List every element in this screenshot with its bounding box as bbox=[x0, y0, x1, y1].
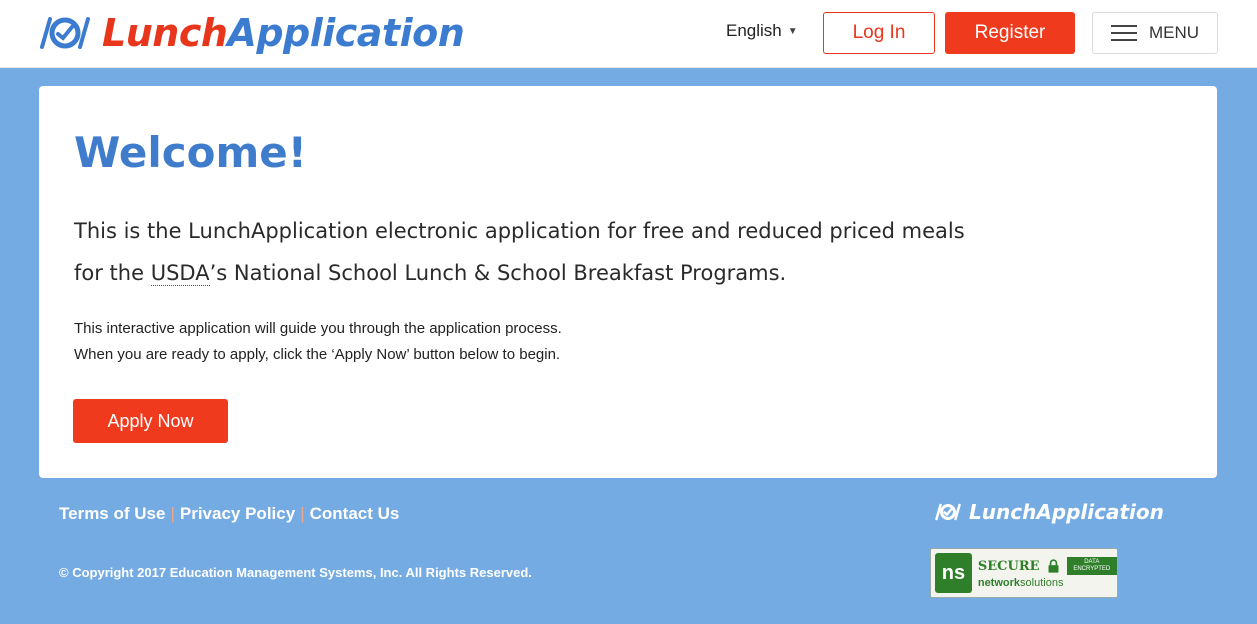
welcome-card: Welcome! This is the LunchApplication el… bbox=[39, 86, 1217, 478]
footer-logo-text: LunchApplication bbox=[969, 500, 1164, 524]
lock-icon bbox=[1048, 559, 1059, 573]
footer-logo: LunchApplication bbox=[933, 500, 1164, 524]
menu-button[interactable]: MENU bbox=[1092, 12, 1218, 54]
footer-separator: | bbox=[300, 504, 305, 523]
caret-down-icon: ▼ bbox=[787, 25, 798, 37]
instructions: This interactive application will guide … bbox=[74, 316, 562, 368]
footer-separator: | bbox=[170, 504, 175, 523]
apply-now-button[interactable]: Apply Now bbox=[73, 399, 228, 443]
footer-links: Terms of Use | Privacy Policy | Contact … bbox=[59, 504, 399, 524]
brand-logo-text: LunchApplication bbox=[102, 11, 465, 55]
privacy-policy-link[interactable]: Privacy Policy bbox=[180, 504, 295, 524]
contact-us-link[interactable]: Contact Us bbox=[310, 504, 400, 524]
seal-secure-label: SECURE bbox=[977, 558, 1040, 574]
seal-top-row: SECURE DATA ENCRYPTED bbox=[978, 557, 1117, 575]
top-header: LunchApplication English ▼ Log In Regist… bbox=[0, 0, 1257, 68]
menu-label: MENU bbox=[1148, 23, 1200, 42]
login-button[interactable]: Log In bbox=[823, 12, 935, 54]
terms-of-use-link[interactable]: Terms of Use bbox=[59, 504, 165, 524]
seal-details: SECURE DATA ENCRYPTED networksolutions bbox=[978, 557, 1117, 589]
instructions-line-2: When you are ready to apply, click the ‘… bbox=[74, 346, 561, 363]
seal-vendor-rest: solutions bbox=[1020, 577, 1064, 589]
language-label: English bbox=[726, 21, 782, 40]
page-background: Welcome! This is the LunchApplication el… bbox=[0, 68, 1257, 624]
instructions-line-1: This interactive application will guide … bbox=[74, 320, 562, 337]
hamburger-icon bbox=[1110, 25, 1137, 41]
page-title: Welcome! bbox=[74, 128, 307, 177]
logo-text-application: Application bbox=[227, 11, 465, 55]
intro-text-part2: ’s National School Lunch & School Breakf… bbox=[209, 261, 787, 285]
logo-text-lunch: Lunch bbox=[102, 11, 228, 55]
lunchapplication-logo-icon bbox=[935, 503, 961, 521]
language-selector[interactable]: English ▼ bbox=[726, 21, 798, 41]
brand-logo[interactable]: LunchApplication bbox=[36, 8, 465, 58]
seal-encrypted-label: DATA ENCRYPTED bbox=[1066, 557, 1117, 575]
usda-abbreviation[interactable]: USDA bbox=[150, 261, 210, 286]
seal-vendor-name: networksolutions bbox=[978, 577, 1117, 589]
register-button[interactable]: Register bbox=[945, 12, 1075, 54]
network-solutions-secure-seal[interactable]: ns SECURE DATA ENCRYPTED networksolution… bbox=[930, 548, 1118, 598]
seal-vendor-bold: network bbox=[977, 577, 1021, 589]
copyright-text: © Copyright 2017 Education Management Sy… bbox=[59, 565, 532, 580]
ns-mark: ns bbox=[935, 553, 972, 593]
lunchapplication-logo-icon bbox=[40, 17, 90, 49]
intro-paragraph: This is the LunchApplication electronic … bbox=[74, 210, 974, 294]
